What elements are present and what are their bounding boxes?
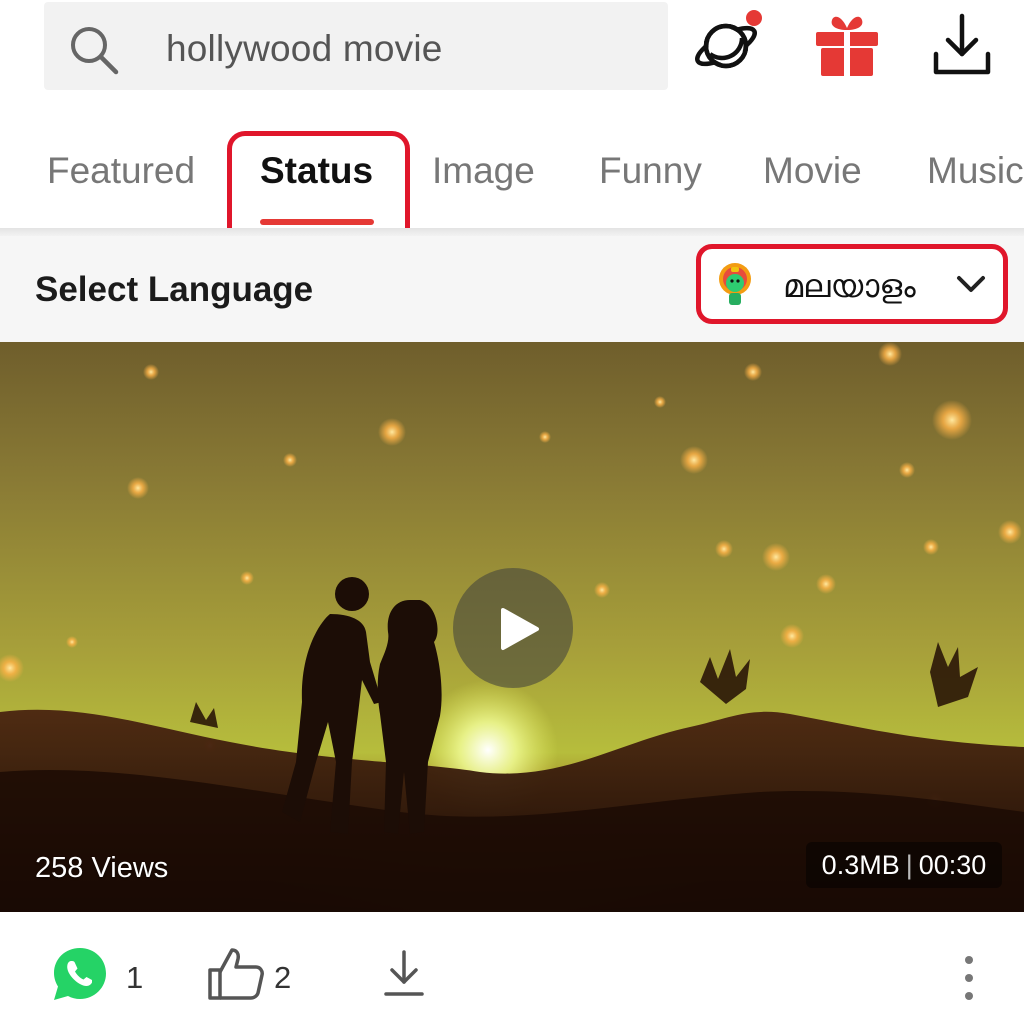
category-tabs: Featured Status Image Funny Movie Music: [0, 110, 1024, 228]
tab-funny[interactable]: Funny: [599, 150, 702, 192]
tab-status[interactable]: Status: [260, 150, 373, 192]
tab-movie[interactable]: Movie: [763, 150, 862, 192]
top-bar: hollywood movie: [0, 0, 1024, 110]
play-icon: [501, 608, 539, 650]
language-row: Select Language മലയാളം: [0, 236, 1024, 342]
file-size: 0.3MB: [821, 849, 900, 880]
more-options-icon[interactable]: [958, 952, 980, 1012]
search-input[interactable]: hollywood movie: [166, 28, 443, 70]
action-bar: 1 2: [0, 912, 1024, 1025]
video-meta-badge: 0.3MB | 00:30: [806, 842, 1002, 888]
chevron-down-icon: [957, 276, 985, 292]
gift-icon[interactable]: [812, 8, 884, 80]
language-dropdown[interactable]: മലയാളം: [696, 244, 1008, 324]
separator: |: [905, 849, 913, 880]
thumbs-up-icon[interactable]: [206, 946, 266, 1002]
play-button[interactable]: [453, 568, 573, 688]
tab-music[interactable]: Music: [927, 150, 1024, 192]
active-tab-indicator: [260, 219, 374, 225]
whatsapp-icon[interactable]: [50, 944, 110, 1004]
search-box[interactable]: hollywood movie: [44, 2, 668, 90]
tab-image[interactable]: Image: [432, 150, 535, 192]
whatsapp-share-count: 1: [126, 960, 144, 995]
download-icon[interactable]: [926, 8, 998, 80]
video-thumbnail[interactable]: 258 Views 0.3MB | 00:30: [0, 342, 1024, 912]
notification-dot: [746, 10, 762, 26]
search-icon[interactable]: [66, 22, 122, 78]
download-icon[interactable]: [380, 948, 428, 998]
language-title: Select Language: [35, 270, 314, 309]
like-count: 2: [274, 960, 292, 995]
planet-icon[interactable]: [692, 8, 764, 80]
duration: 00:30: [918, 849, 987, 880]
language-selected: മലയാളം: [783, 267, 916, 305]
kathakali-icon: [719, 263, 751, 305]
view-count: 258 Views: [35, 852, 169, 884]
tab-featured[interactable]: Featured: [47, 150, 195, 192]
